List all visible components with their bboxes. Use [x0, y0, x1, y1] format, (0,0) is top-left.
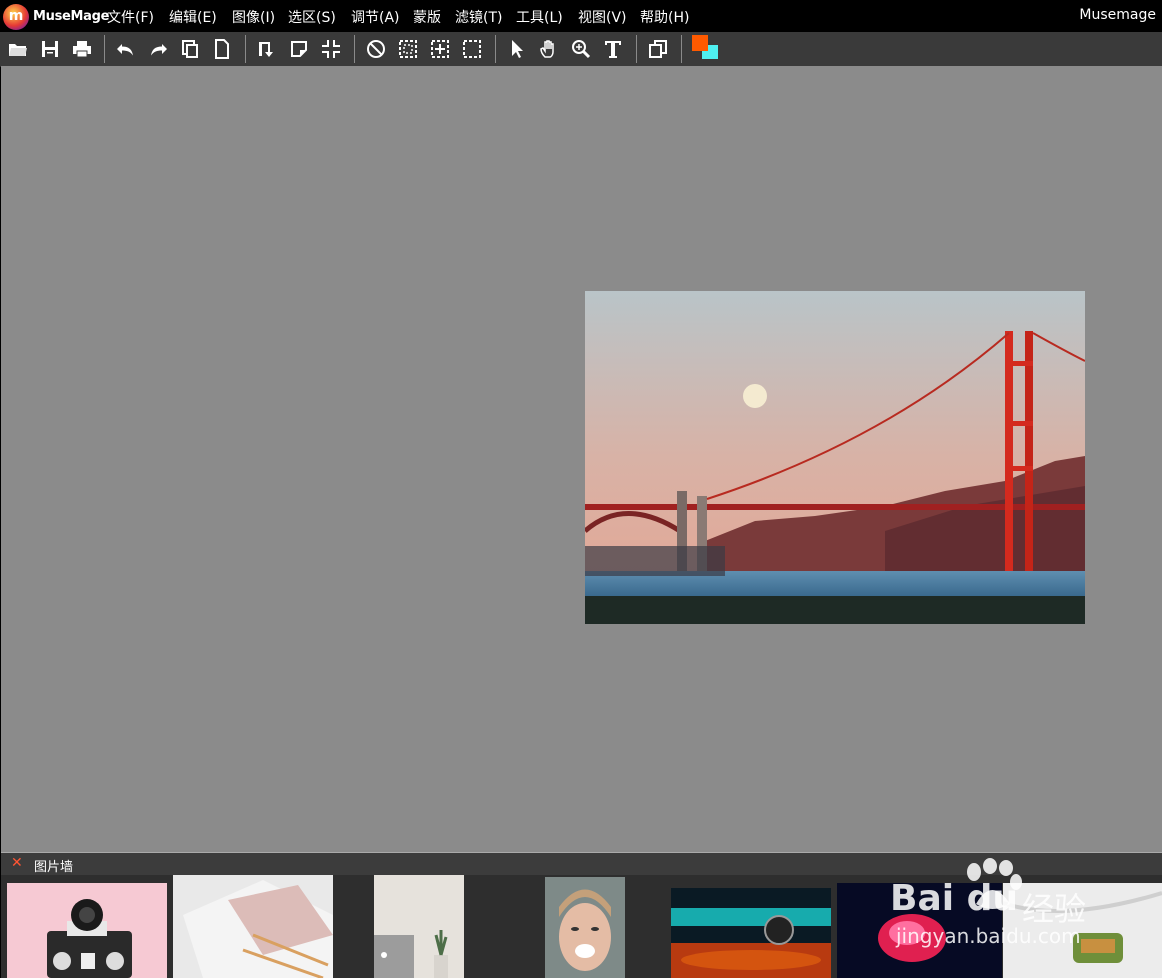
toolbar-separator: [636, 35, 637, 63]
open-folder-icon[interactable]: [6, 37, 30, 61]
watermark-url: jingyan.baidu.com: [896, 924, 1081, 948]
toolbar-separator: [245, 35, 246, 63]
menu-bar: m MuseMage 文件(F) 编辑(E) 图像(I) 选区(S) 调节(A)…: [0, 0, 1162, 32]
menu-select[interactable]: 选区(S): [288, 7, 336, 27]
camera-photo[interactable]: [7, 883, 167, 978]
logo-text: MuseMage: [33, 9, 110, 24]
menu-adjust[interactable]: 调节(A): [351, 7, 400, 27]
app-logo: m MuseMage: [3, 3, 109, 30]
zoom-icon[interactable]: [569, 37, 593, 61]
fit-icon[interactable]: [319, 37, 343, 61]
menu-file[interactable]: 文件(F): [107, 7, 154, 27]
hand-icon[interactable]: [537, 37, 561, 61]
deselect-icon[interactable]: [364, 37, 388, 61]
new-page-icon[interactable]: [210, 37, 234, 61]
select-rect-icon[interactable]: [396, 37, 420, 61]
menu-help[interactable]: 帮助(H): [640, 7, 689, 27]
menu-tools[interactable]: 工具(L): [516, 7, 563, 27]
menu-image[interactable]: 图像(I): [232, 7, 275, 27]
select-center-icon[interactable]: [428, 37, 452, 61]
toolbar-separator: [354, 35, 355, 63]
save-icon[interactable]: [38, 37, 62, 61]
image-wall-title: 图片墙: [34, 860, 74, 875]
app-title: Musemage: [1079, 7, 1156, 23]
menu-view[interactable]: 视图(V): [578, 7, 627, 27]
laptop-plant-photo[interactable]: [374, 875, 464, 978]
text-icon[interactable]: [601, 37, 625, 61]
notebook-photo[interactable]: [173, 875, 333, 978]
neon-sphere-photo[interactable]: [671, 888, 831, 978]
close-icon[interactable]: ✕: [11, 855, 23, 871]
menu-edit[interactable]: 编辑(E): [169, 7, 217, 27]
smiling-woman-photo[interactable]: [545, 877, 625, 978]
baidu-watermark: Bai du 经验 jingyan.baidu.com: [890, 858, 1160, 950]
toolbar-separator: [495, 35, 496, 63]
select-dashed-icon[interactable]: [460, 37, 484, 61]
toolbar-separator: [681, 35, 682, 63]
toolbar-separator: [104, 35, 105, 63]
rotate-icon[interactable]: [254, 37, 278, 61]
print-icon[interactable]: [70, 37, 94, 61]
watermark-brand: Bai du: [890, 878, 1019, 919]
foreground-color-swatch[interactable]: [692, 35, 708, 51]
crop-icon[interactable]: [287, 37, 311, 61]
menu-mask[interactable]: 蒙版: [413, 7, 441, 27]
undo-icon[interactable]: [114, 37, 138, 61]
canvas-area[interactable]: [1, 66, 1162, 852]
menu-filter[interactable]: 滤镜(T): [455, 7, 502, 27]
pointer-icon[interactable]: [505, 37, 529, 61]
toolbar: [0, 32, 1162, 67]
redo-icon[interactable]: [146, 37, 170, 61]
logo-icon: m: [3, 4, 29, 30]
copy-icon[interactable]: [178, 37, 202, 61]
golden-gate-bridge-photo[interactable]: [585, 291, 1085, 624]
layers-icon[interactable]: [646, 37, 670, 61]
